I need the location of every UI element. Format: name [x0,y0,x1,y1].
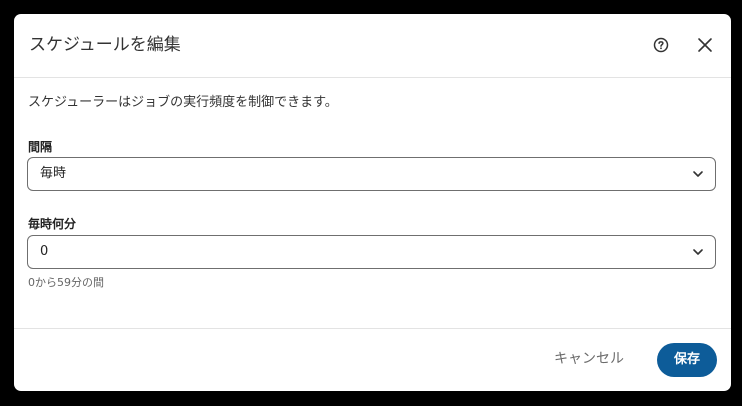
minute-hint: 0から59分の間 [28,276,104,289]
interval-select-value: 毎時 [40,166,67,181]
interval-select[interactable]: 毎時 [27,157,716,191]
dialog-header: スケジュールを編集 [14,14,731,78]
edit-schedule-dialog: スケジュールを編集 スケジューラーはジョブの実行頻度を制御できます。 間隔 毎時… [14,14,731,391]
minute-label: 毎時何分 [28,217,77,231]
help-icon[interactable] [652,36,670,54]
chevron-down-icon [693,171,703,177]
cancel-button[interactable]: キャンセル [554,349,624,369]
interval-label: 間隔 [28,140,53,154]
save-button[interactable]: 保存 [657,343,717,377]
minute-select[interactable]: 0 [27,235,716,269]
dialog-footer: キャンセル 保存 [14,328,731,391]
chevron-down-icon [693,249,703,255]
minute-select-value: 0 [40,244,49,259]
dialog-title: スケジュールを編集 [29,35,181,55]
dialog-description: スケジューラーはジョブの実行頻度を制御できます。 [28,95,338,110]
close-icon[interactable] [696,36,714,54]
